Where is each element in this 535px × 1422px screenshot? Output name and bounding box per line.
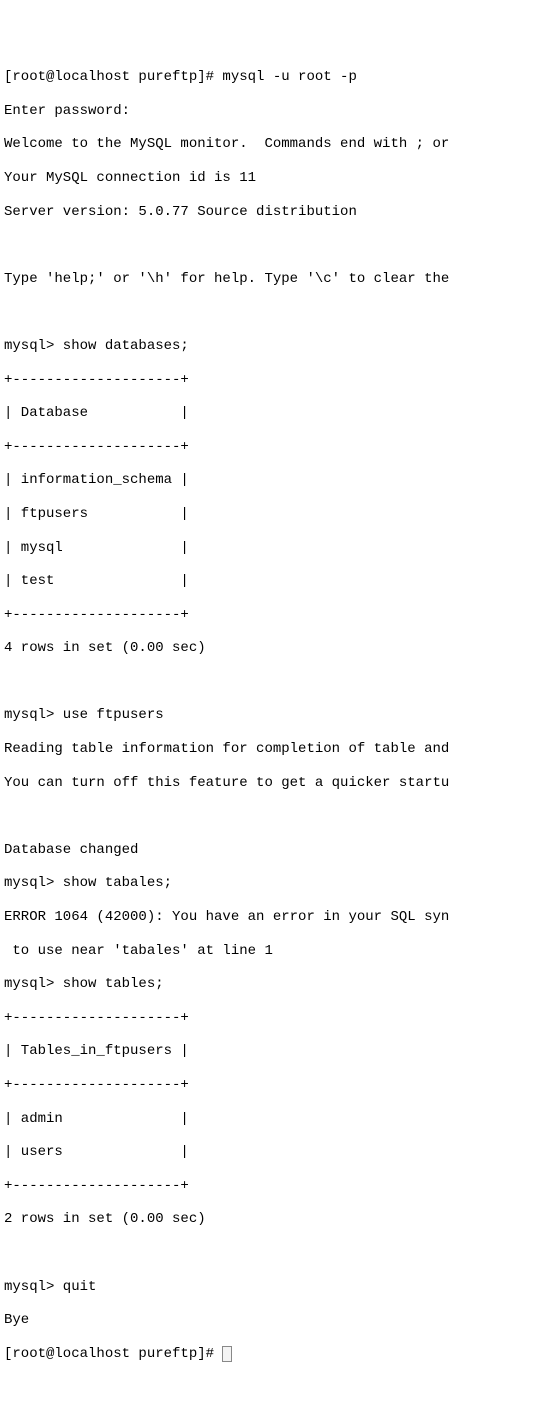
terminal-line: Type 'help;' or '\h' for help. Type '\c'… — [4, 271, 449, 287]
table-row: | information_schema | — [4, 472, 189, 488]
table-border: +--------------------+ — [4, 372, 189, 388]
shell-prompt[interactable]: [root@localhost pureftp]# — [4, 1346, 222, 1362]
error-line: ERROR 1064 (42000): You have an error in… — [4, 909, 449, 925]
cursor-icon — [222, 1346, 232, 1362]
terminal-line: You can turn off this feature to get a q… — [4, 775, 449, 791]
terminal-line: mysql> show tables; — [4, 976, 164, 992]
terminal-line: Enter password: — [4, 103, 130, 119]
table-border: +--------------------+ — [4, 1178, 189, 1194]
terminal-line: Your MySQL connection id is 11 — [4, 170, 256, 186]
table-border: +--------------------+ — [4, 607, 189, 623]
table-border: +--------------------+ — [4, 1077, 189, 1093]
result-summary: 4 rows in set (0.00 sec) — [4, 640, 206, 656]
table-border: +--------------------+ — [4, 439, 189, 455]
table-row: | ftpusers | — [4, 506, 189, 522]
terminal-line: [root@localhost pureftp]# mysql -u root … — [4, 69, 357, 85]
terminal-line: Server version: 5.0.77 Source distributi… — [4, 204, 357, 220]
terminal-line: Reading table information for completion… — [4, 741, 449, 757]
terminal-line: mysql> show databases; — [4, 338, 189, 354]
table-header: | Database | — [4, 405, 189, 421]
table-border: +--------------------+ — [4, 1010, 189, 1026]
result-summary: 2 rows in set (0.00 sec) — [4, 1211, 206, 1227]
terminal-line: Bye — [4, 1312, 29, 1328]
terminal-line: mysql> use ftpusers — [4, 707, 164, 723]
table-row: | admin | — [4, 1111, 189, 1127]
terminal-line: Database changed — [4, 842, 138, 858]
table-row: | mysql | — [4, 540, 189, 556]
terminal-line: Welcome to the MySQL monitor. Commands e… — [4, 136, 449, 152]
table-header: | Tables_in_ftpusers | — [4, 1043, 189, 1059]
table-row: | test | — [4, 573, 189, 589]
table-row: | users | — [4, 1144, 189, 1160]
terminal-line: mysql> quit — [4, 1279, 96, 1295]
terminal-line: mysql> show tabales; — [4, 875, 172, 891]
error-line: to use near 'tabales' at line 1 — [4, 943, 273, 959]
